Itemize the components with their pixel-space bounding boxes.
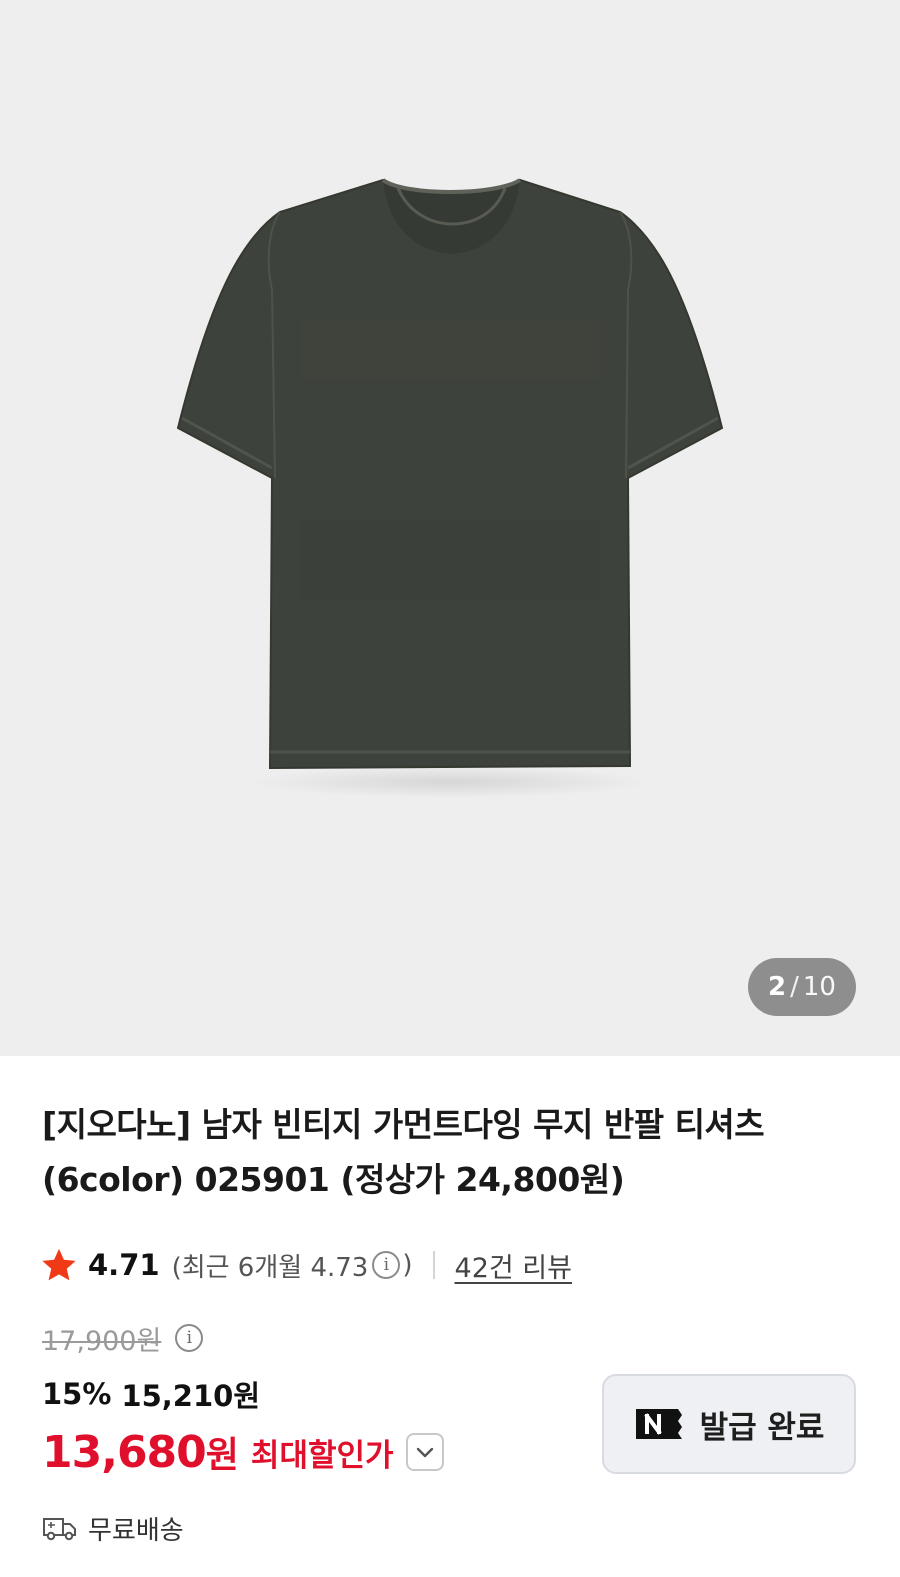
discount-percent: 15%: [42, 1377, 112, 1411]
shipping-label: 무료배송: [88, 1515, 184, 1546]
pager-total: 10: [802, 972, 836, 1002]
image-pager-badge: 2 / 10: [748, 958, 856, 1016]
product-title: [지오다노] 남자 빈티지 가먼트다잉 무지 반팔 티셔츠 (6color) 0…: [42, 1105, 765, 1199]
product-image-gallery[interactable]: 2 / 10: [0, 0, 900, 1056]
recent-rating-text: (최근 6개월 4.73: [171, 1252, 369, 1283]
coupon-label: 발급 완료: [699, 1409, 825, 1446]
sale-price: 15,210원: [121, 1379, 261, 1413]
chevron-down-icon: [416, 1447, 433, 1458]
original-price: 17,900원: [42, 1325, 162, 1357]
pager-separator: /: [790, 972, 799, 1002]
final-price-unit: 원: [205, 1435, 239, 1476]
price-info-icon[interactable]: i: [175, 1324, 204, 1352]
rating-row: 4.71 (최근 6개월 4.73 i ) 42건 리뷰: [40, 1242, 572, 1288]
sale-price-row: 15% 15,210원: [42, 1372, 260, 1416]
rating-score: 4.71: [88, 1248, 160, 1282]
pager-current: 2: [768, 972, 787, 1002]
rating-divider: [432, 1251, 435, 1279]
info-icon[interactable]: i: [372, 1251, 401, 1279]
recent-rating-close: ): [402, 1250, 413, 1280]
final-price: 13,680: [42, 1426, 207, 1478]
final-price-row: 13,680 원 최대할인가: [42, 1420, 444, 1484]
reviews-link[interactable]: 42건 리뷰: [455, 1246, 572, 1285]
coupon-issued-button[interactable]: 발급 완료: [602, 1374, 856, 1474]
shipping-row: 무료배송: [42, 1508, 184, 1548]
max-discount-label: 최대할인가: [250, 1437, 394, 1474]
tshirt-product-image: [176, 178, 724, 798]
recent-rating: (최근 6개월 4.73 i ): [172, 1247, 413, 1284]
original-price-row: 17,900원 i: [42, 1316, 205, 1360]
truck-icon: [43, 1518, 76, 1541]
star-icon: [42, 1248, 76, 1281]
discount-detail-toggle[interactable]: [405, 1433, 444, 1471]
naver-n-icon: [635, 1409, 682, 1439]
